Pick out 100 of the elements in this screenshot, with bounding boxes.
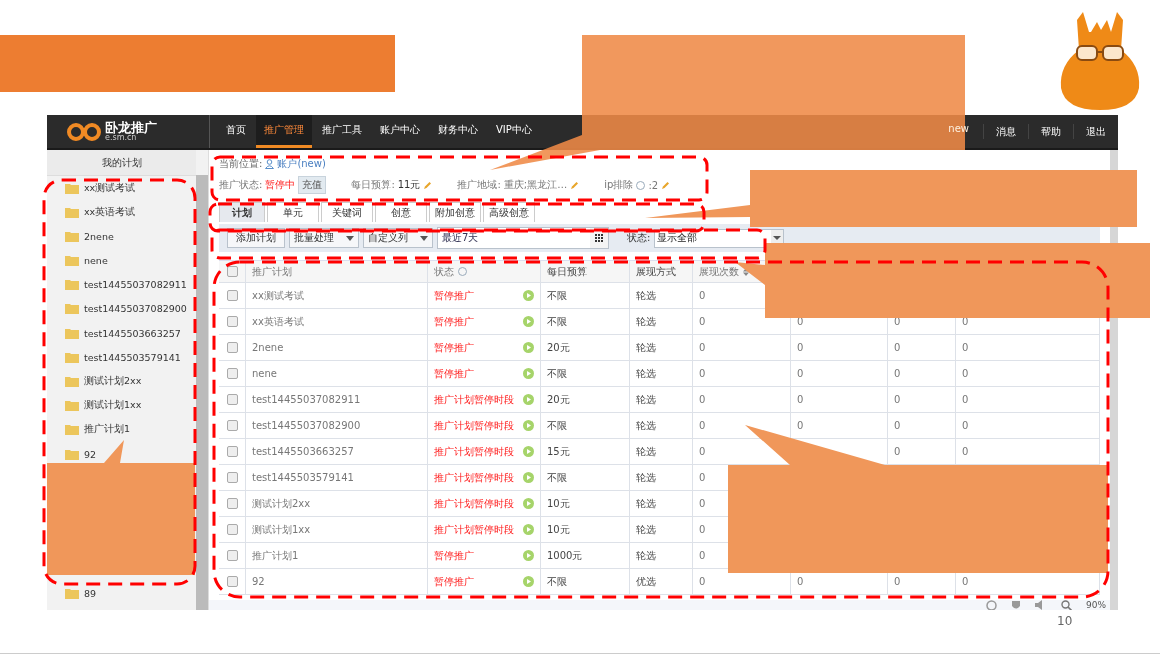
table-cell: 0 <box>797 394 804 405</box>
tab[interactable]: 关键词 <box>321 202 373 222</box>
nav-tab[interactable]: 推广管理 <box>256 115 312 148</box>
status-value: 暂停中 <box>265 178 296 192</box>
tab[interactable]: 单元 <box>267 202 319 222</box>
table-cell: 0 <box>797 576 804 587</box>
table-cell: 0 <box>894 394 901 405</box>
table-cell: 暂停推广 <box>434 340 474 355</box>
table-cell: 轮选 <box>636 314 656 329</box>
table-cell: 10元 <box>547 522 570 537</box>
table-cell: test14455037082911 <box>252 394 361 405</box>
table-cell: test14455037082900 <box>252 420 361 431</box>
table-cell: 0 <box>894 420 901 431</box>
sidebar-title: 我的计划 <box>47 150 196 176</box>
plan-list-item[interactable]: test14455037082900 <box>47 300 196 317</box>
tab[interactable]: 附加创意 <box>429 202 481 222</box>
plan-list-item[interactable]: 89 <box>47 585 196 602</box>
table-cell: 0 <box>699 498 706 509</box>
table-cell: 推广计划暂停时段 <box>434 392 514 407</box>
table-cell: 轮选 <box>636 522 656 537</box>
plan-list-item[interactable]: nene <box>47 252 196 269</box>
table-cell: 15元 <box>547 444 570 459</box>
table-cell: 推广计划暂停时段 <box>434 418 514 433</box>
table-cell: 不限 <box>547 314 567 329</box>
table-cell: 1000元 <box>547 548 583 563</box>
budget-value: 11元 <box>397 178 421 192</box>
table-cell: 0 <box>699 446 706 457</box>
table-cell: 测试计划2xx <box>252 496 311 511</box>
logo-domain: e.sm.cn <box>105 134 137 142</box>
table-cell: 暂停推广 <box>434 548 474 563</box>
tab[interactable]: 计划 <box>219 202 265 222</box>
nav-tab[interactable]: 推广工具 <box>314 115 370 148</box>
region-label: 推广地域: <box>457 178 501 192</box>
table-cell: 优选 <box>636 574 656 589</box>
table-cell: 轮选 <box>636 418 656 433</box>
nav-tab[interactable]: 财务中心 <box>430 115 486 148</box>
table-cell: 推广计划暂停时段 <box>434 444 514 459</box>
table-cell: 0 <box>797 420 804 431</box>
table-cell: 0 <box>699 342 706 353</box>
region-value: 重庆;黑龙江… <box>503 178 568 192</box>
tab[interactable]: 高级创意 <box>483 202 535 222</box>
table-cell: 不限 <box>547 288 567 303</box>
table-cell: 轮选 <box>636 366 656 381</box>
table-cell: 测试计划1xx <box>252 522 311 537</box>
table-cell: 0 <box>699 316 706 327</box>
column-header: 状态 <box>434 264 454 279</box>
plan-list-item[interactable]: xx英语考试 <box>47 204 196 221</box>
table-cell: 轮选 <box>636 340 656 355</box>
table-cell: 暂停推广 <box>434 288 474 303</box>
table-cell: 暂停推广 <box>434 366 474 381</box>
table-cell: 0 <box>699 394 706 405</box>
table-cell: 暂停推广 <box>434 574 474 589</box>
table-cell: 0 <box>894 368 901 379</box>
table-cell: test1445503663257 <box>252 446 354 457</box>
plan-list-item[interactable]: 测试计划2xx <box>47 373 196 390</box>
recharge-button[interactable]: 充值 <box>298 176 327 194</box>
logo-text: 卧龙推广 <box>105 121 157 134</box>
table-cell: 92 <box>252 576 265 587</box>
table-cell: 0 <box>797 368 804 379</box>
nav-tab[interactable]: VIP中心 <box>488 115 540 148</box>
nav-link[interactable]: 消息 <box>983 124 1028 139</box>
table-cell: 0 <box>699 420 706 431</box>
nav-tab[interactable]: 账户中心 <box>372 115 428 148</box>
table-cell: 0 <box>894 576 901 587</box>
status-label: 推广状态: <box>219 178 263 192</box>
plan-list-item[interactable]: 92 <box>47 446 196 463</box>
nav-link[interactable]: 退出 <box>1073 124 1118 139</box>
table-cell: 20元 <box>547 392 570 407</box>
budget-label: 每日预算: <box>351 178 395 192</box>
plan-list-item[interactable]: 测试计划1xx <box>47 397 196 414</box>
table-cell: 0 <box>894 446 901 457</box>
table-cell: 暂停推广 <box>434 314 474 329</box>
tab[interactable]: 创意 <box>375 202 427 222</box>
table-cell: 0 <box>699 550 706 561</box>
table-cell: 2nene <box>252 342 284 353</box>
column-header: 每日预算 <box>547 264 587 279</box>
plan-list-item[interactable]: 推广计划1 <box>47 421 196 438</box>
table-cell: 0 <box>962 368 969 379</box>
table-cell: 0 <box>699 524 706 535</box>
table-cell: 不限 <box>547 470 567 485</box>
account-link[interactable]: 账户(new) <box>277 157 326 171</box>
table-cell: 轮选 <box>636 444 656 459</box>
plan-list-item[interactable]: test1445503663257 <box>47 325 196 342</box>
column-header: 推广计划 <box>252 264 292 279</box>
table-cell: 不限 <box>547 574 567 589</box>
plan-list-item[interactable]: test14455037082911 <box>47 276 196 293</box>
plan-list-item[interactable]: xx测试考试 <box>47 180 196 196</box>
status-filter-label: 状态: <box>627 231 651 245</box>
table-cell: 推广计划暂停时段 <box>434 470 514 485</box>
nav-link[interactable]: 帮助 <box>1028 124 1073 139</box>
nav-tab[interactable]: 首页 <box>218 115 254 148</box>
plan-list-item[interactable]: 2nene <box>47 228 196 245</box>
table-cell: test1445503579141 <box>252 472 354 483</box>
table-cell: xx测试考试 <box>252 288 304 303</box>
table-cell: 10元 <box>547 496 570 511</box>
table-cell: 推广计划1 <box>252 548 299 563</box>
plan-list-item[interactable]: test1445503579141 <box>47 349 196 366</box>
column-header: 展现方式 <box>636 264 676 279</box>
ip-label: ip排除 <box>604 178 634 192</box>
table-cell: 0 <box>962 576 969 587</box>
